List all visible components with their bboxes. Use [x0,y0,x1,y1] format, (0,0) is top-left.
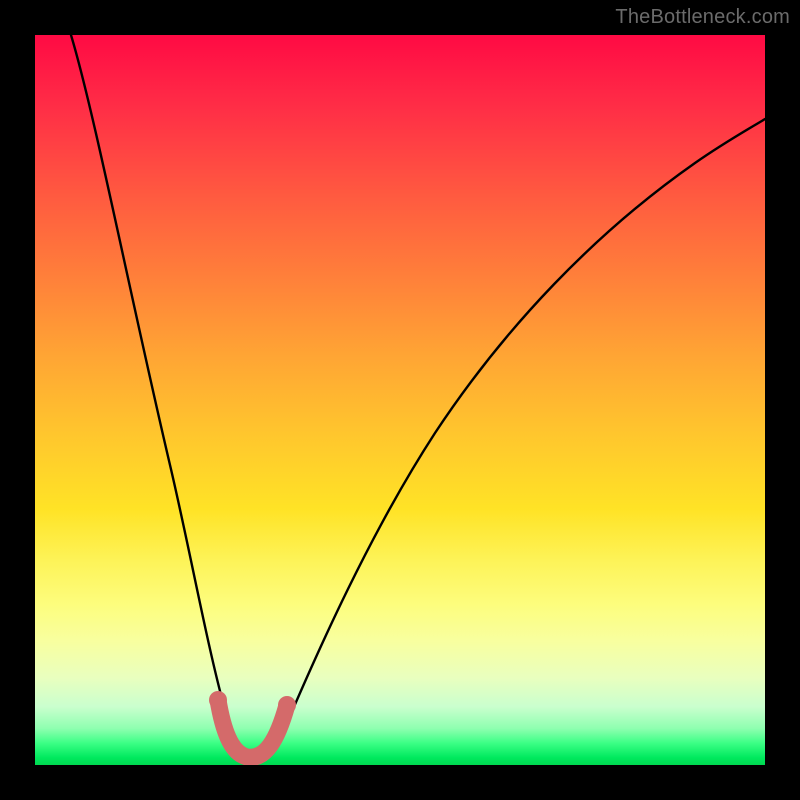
chart-frame: TheBottleneck.com [0,0,800,800]
optimal-marker-dot-right [278,696,296,714]
watermark-text: TheBottleneck.com [615,6,790,29]
bottleneck-curve-line [71,35,765,758]
chart-plot-area [35,35,765,765]
optimal-marker-line [218,700,287,757]
chart-svg [35,35,765,765]
optimal-marker-dot-left [209,691,227,709]
